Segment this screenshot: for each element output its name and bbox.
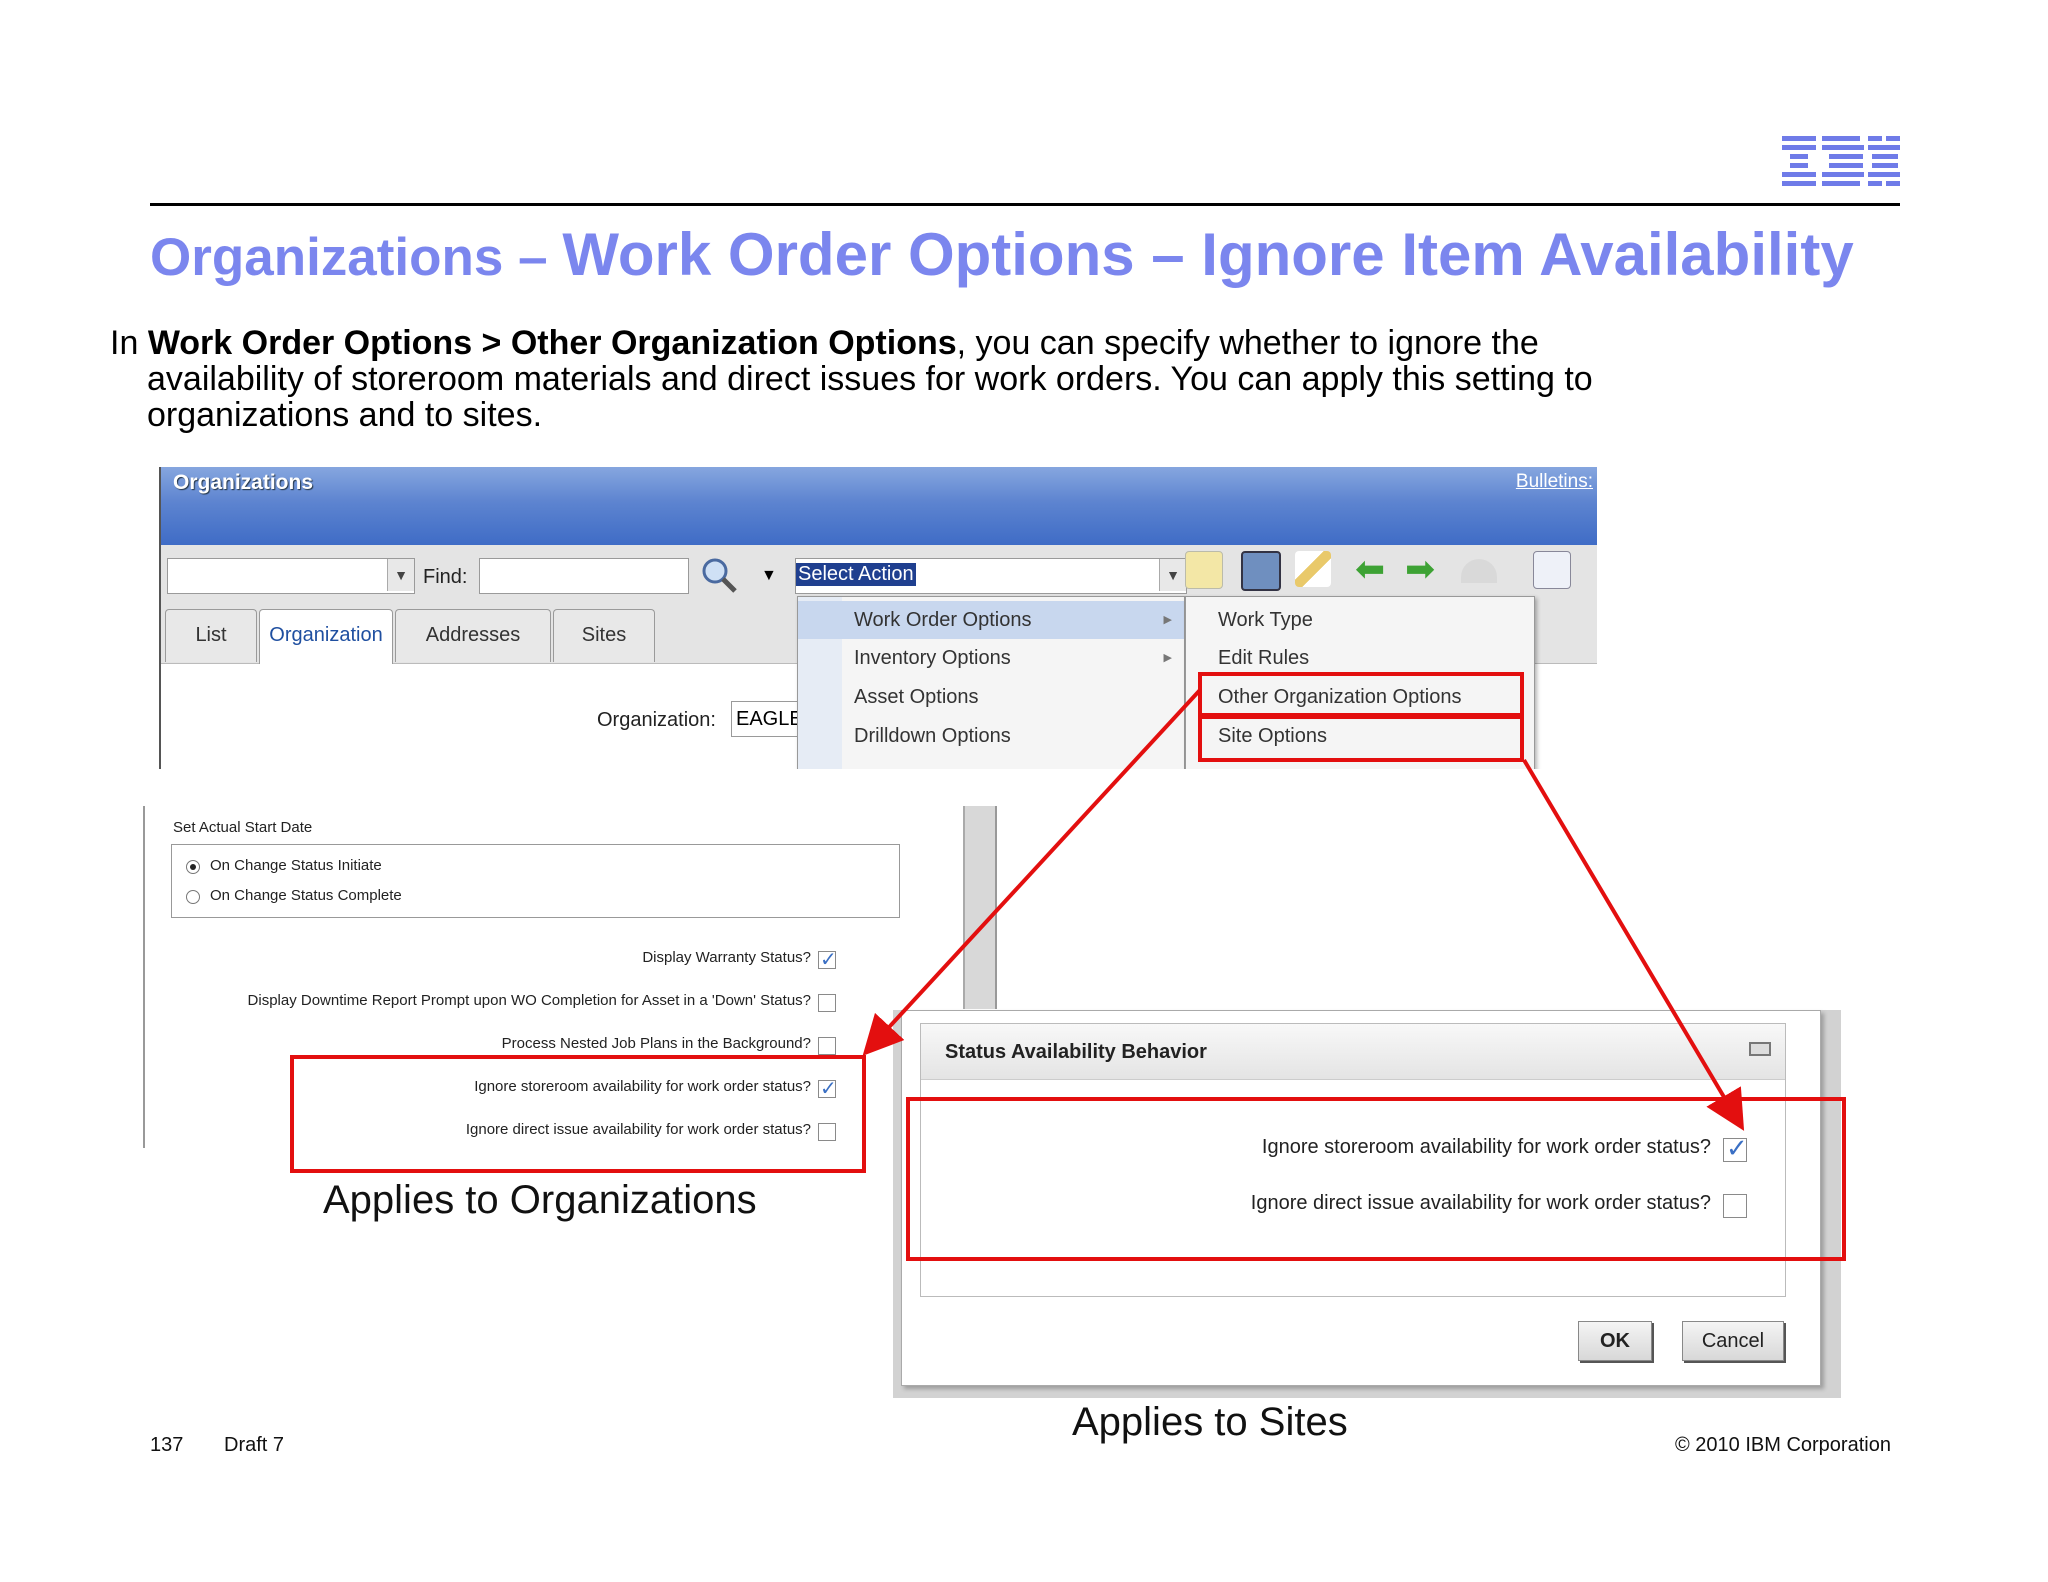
- display-downtime-checkbox[interactable]: [818, 994, 836, 1012]
- caption-applies-to-organizations: Applies to Organizations: [323, 1178, 757, 1222]
- clear-icon[interactable]: [1295, 551, 1331, 587]
- intro-bold-path: Work Order Options > Other Organization …: [147, 324, 957, 362]
- draft-label: Draft 7: [224, 1434, 285, 1456]
- menu-item-drilldown-options[interactable]: Drilldown Options: [798, 717, 1184, 755]
- copyright: © 2010 IBM Corporation: [1675, 1434, 1891, 1456]
- find-input[interactable]: [479, 558, 689, 594]
- radio-on-change-status-complete[interactable]: [186, 890, 200, 904]
- highlight-site-checkboxes: [906, 1097, 1846, 1261]
- ok-button[interactable]: OK: [1578, 1321, 1652, 1361]
- search-dropdown-arrow-icon[interactable]: ▼: [761, 567, 777, 585]
- cancel-button[interactable]: Cancel: [1682, 1321, 1784, 1361]
- organization-label: Organization:: [597, 709, 716, 731]
- next-arrow-icon[interactable]: ➡: [1405, 551, 1435, 587]
- previous-arrow-icon[interactable]: ⬅: [1355, 551, 1385, 587]
- radio-label-initiate: On Change Status Initiate: [210, 857, 382, 874]
- radio-label-complete: On Change Status Complete: [210, 887, 402, 904]
- ibm-logo: [1782, 136, 1900, 186]
- display-downtime-label: Display Downtime Report Prompt upon WO C…: [247, 992, 811, 1009]
- app-banner: Organizations Bulletins:: [161, 467, 1597, 545]
- display-warranty-label: Display Warranty Status?: [642, 949, 811, 966]
- intro-paragraph: In Work Order Options > Other Organizati…: [110, 324, 1593, 434]
- tab-sites[interactable]: Sites: [553, 609, 655, 662]
- save-icon[interactable]: [1241, 551, 1281, 591]
- new-record-icon[interactable]: [1185, 551, 1223, 589]
- menu-item-asset-options[interactable]: Asset Options: [798, 678, 1184, 716]
- select-action-menu: Work Order Options ▶ Inventory Options ▶ A…: [797, 596, 1185, 769]
- select-action-value: Select Action: [796, 563, 916, 586]
- tab-organization[interactable]: Organization: [259, 609, 393, 664]
- menu-item-inventory-options[interactable]: Inventory Options ▶: [798, 639, 1184, 677]
- scrollbar[interactable]: [963, 806, 997, 1009]
- process-nested-label: Process Nested Job Plans in the Backgrou…: [501, 1035, 811, 1052]
- bulletins-link[interactable]: Bulletins:: [1516, 471, 1593, 493]
- query-select[interactable]: ▼: [167, 558, 415, 594]
- report-icon[interactable]: [1533, 551, 1571, 589]
- set-actual-start-date-label: Set Actual Start Date: [173, 819, 313, 836]
- tab-list[interactable]: List: [165, 609, 257, 662]
- collapse-icon[interactable]: [1749, 1042, 1771, 1056]
- highlight-organization-checkboxes: [290, 1055, 866, 1173]
- find-label: Find:: [423, 566, 468, 588]
- caption-applies-to-sites: Applies to Sites: [1072, 1400, 1348, 1444]
- highlight-other-organization-options: [1198, 672, 1524, 717]
- chevron-down-icon[interactable]: ▼: [387, 559, 414, 591]
- page-number: 137: [150, 1434, 184, 1456]
- highlight-site-options: [1198, 715, 1524, 762]
- search-icon[interactable]: [699, 555, 739, 595]
- radio-on-change-status-initiate[interactable]: [186, 860, 200, 874]
- tab-addresses[interactable]: Addresses: [395, 609, 551, 662]
- display-warranty-checkbox[interactable]: [818, 947, 837, 972]
- slide-title: Organizations – Work Order Options – Ign…: [150, 221, 1854, 288]
- section-title: Status Availability Behavior: [921, 1024, 1785, 1080]
- header-rule: [150, 203, 1900, 206]
- process-nested-checkbox[interactable]: [818, 1037, 836, 1055]
- select-action-dropdown[interactable]: Select Action ▼: [795, 558, 1187, 594]
- menu-item-work-order-options[interactable]: Work Order Options ▶: [798, 601, 1184, 639]
- submenu-item-work-type[interactable]: Work Type: [1186, 601, 1534, 639]
- app-title: Organizations: [173, 471, 314, 494]
- start-date-radio-group: On Change Status Initiate On Change Stat…: [171, 844, 900, 918]
- chevron-down-icon[interactable]: ▼: [1159, 559, 1186, 591]
